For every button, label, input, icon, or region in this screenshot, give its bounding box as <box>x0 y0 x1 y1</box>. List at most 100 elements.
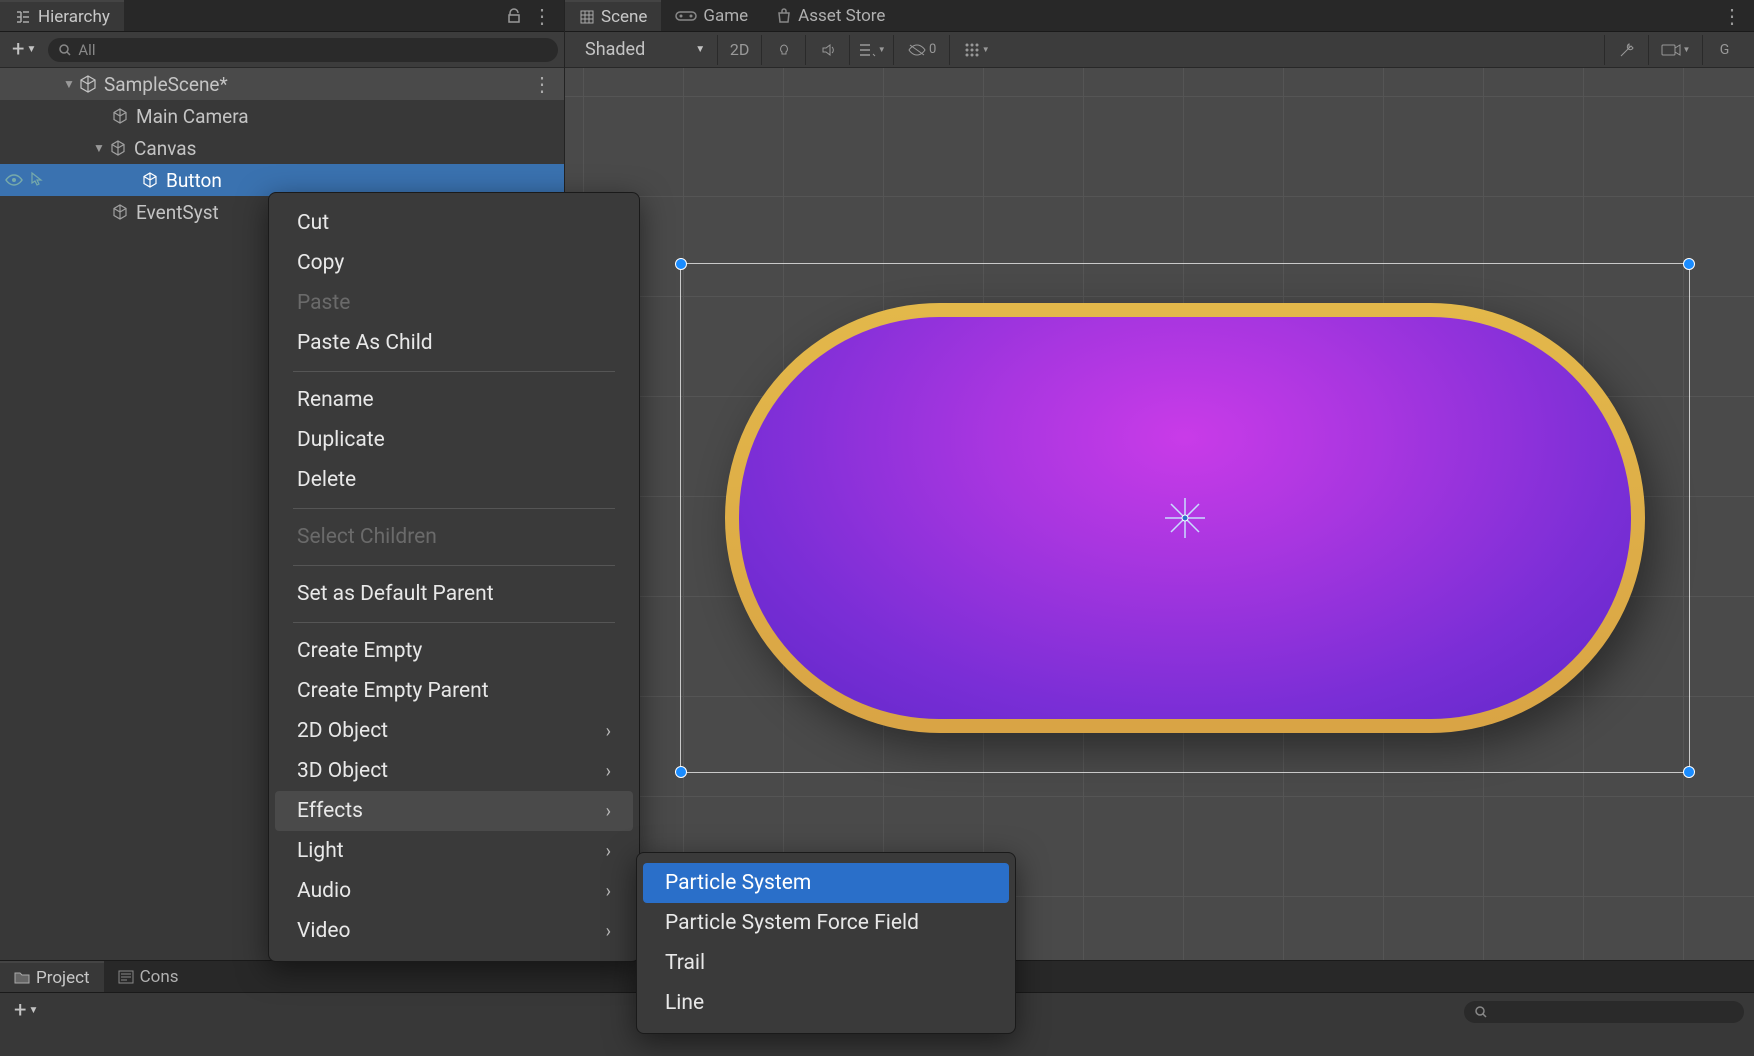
gameobject-icon <box>110 106 130 126</box>
menu-video[interactable]: Video› <box>275 911 633 951</box>
scene-icon <box>579 9 595 25</box>
menu-effects[interactable]: Effects› <box>275 791 633 831</box>
resize-handle-bl[interactable] <box>675 766 687 778</box>
gameobject-icon <box>140 170 160 190</box>
submenu-line[interactable]: Line <box>643 983 1009 1023</box>
hierarchy-search[interactable]: All <box>48 38 558 62</box>
scene-row[interactable]: ▼ SampleScene* ⋮ <box>0 68 564 100</box>
plus-icon: + <box>12 37 24 62</box>
menu-duplicate[interactable]: Duplicate <box>275 420 633 460</box>
scene-tab[interactable]: Scene <box>565 0 661 31</box>
camera-dropdown[interactable]: ▼ <box>1648 35 1702 65</box>
grid-dropdown[interactable]: ▼ <box>949 35 1003 65</box>
submenu-particle-system[interactable]: Particle System <box>643 863 1009 903</box>
scene-view[interactable] <box>565 68 1754 960</box>
hierarchy-icon <box>14 8 32 26</box>
shading-dropdown[interactable]: Shaded ▼ <box>573 39 717 60</box>
scene-menu-icon[interactable]: ⋮ <box>532 72 552 96</box>
gameobject-icon <box>110 202 130 222</box>
effects-submenu: Particle System Particle System Force Fi… <box>636 852 1016 1034</box>
scene-panel: Scene Game Asset Store ⋮ Shaded ▼ 2D <box>565 0 1754 960</box>
plus-icon: + <box>14 998 26 1023</box>
chevron-right-icon: › <box>606 801 611 822</box>
context-menu: Cut Copy Paste Paste As Child Rename Dup… <box>268 192 640 962</box>
tree-item-canvas[interactable]: ▼ Canvas <box>0 132 564 164</box>
game-tab[interactable]: Game <box>661 0 762 31</box>
expand-arrow-icon[interactable]: ▼ <box>90 141 108 155</box>
audio-toggle[interactable] <box>805 35 849 65</box>
game-icon <box>675 9 697 23</box>
chevron-down-icon: ▼ <box>878 45 886 54</box>
chevron-down-icon: ▼ <box>26 44 36 55</box>
asset-store-tab[interactable]: Asset Store <box>762 0 899 31</box>
project-tab[interactable]: Project <box>0 961 104 992</box>
unity-logo-icon <box>78 74 98 94</box>
chevron-right-icon: › <box>606 841 611 862</box>
tree-item-label: EventSyst <box>136 201 219 224</box>
menu-create-empty[interactable]: Create Empty <box>275 631 633 671</box>
expand-arrow-icon[interactable]: ▼ <box>60 77 78 91</box>
scene-toolbar: Shaded ▼ 2D ▼ 0 ▼ ▼ <box>565 32 1754 68</box>
menu-set-default-parent[interactable]: Set as Default Parent <box>275 574 633 614</box>
menu-select-children: Select Children <box>275 517 633 557</box>
project-search[interactable] <box>1464 1001 1744 1023</box>
visibility-icon[interactable] <box>4 170 24 190</box>
hierarchy-tab-bar: Hierarchy ⋮ <box>0 0 564 32</box>
unlock-icon[interactable] <box>506 8 522 24</box>
tree-item-label: Button <box>166 169 222 192</box>
hierarchy-toolbar: + ▼ All <box>0 32 564 68</box>
scene-tab-label: Scene <box>601 7 647 27</box>
menu-copy[interactable]: Copy <box>275 243 633 283</box>
scene-tab-bar: Scene Game Asset Store ⋮ <box>565 0 1754 32</box>
menu-paste-as-child[interactable]: Paste As Child <box>275 323 633 363</box>
create-asset-button[interactable]: + ▼ <box>8 998 44 1023</box>
menu-dots-icon[interactable]: ⋮ <box>1722 4 1742 28</box>
project-tab-label: Project <box>36 968 90 988</box>
game-tab-label: Game <box>703 6 748 26</box>
menu-paste: Paste <box>275 283 633 323</box>
menu-2d-object[interactable]: 2D Object› <box>275 711 633 751</box>
menu-delete[interactable]: Delete <box>275 460 633 500</box>
menu-rename[interactable]: Rename <box>275 380 633 420</box>
tree-item-main-camera[interactable]: Main Camera <box>0 100 564 132</box>
button-selection[interactable] <box>680 263 1690 773</box>
effects-dropdown[interactable]: ▼ <box>849 35 893 65</box>
asset-store-tab-label: Asset Store <box>798 6 885 26</box>
menu-dots-icon[interactable]: ⋮ <box>532 4 552 28</box>
tree-item-label: Canvas <box>134 137 196 160</box>
2d-toggle[interactable]: 2D <box>717 35 761 65</box>
menu-audio[interactable]: Audio› <box>275 871 633 911</box>
gameobject-icon <box>108 138 128 158</box>
submenu-trail[interactable]: Trail <box>643 943 1009 983</box>
shading-label: Shaded <box>585 39 645 60</box>
chevron-right-icon: › <box>606 721 611 742</box>
menu-cut[interactable]: Cut <box>275 203 633 243</box>
gizmos-dropdown[interactable]: G <box>1702 35 1746 65</box>
create-button[interactable]: + ▼ <box>6 37 42 62</box>
menu-create-empty-parent[interactable]: Create Empty Parent <box>275 671 633 711</box>
chevron-down-icon: ▼ <box>695 44 705 55</box>
transform-gizmo[interactable] <box>1165 498 1205 538</box>
resize-handle-tl[interactable] <box>675 258 687 270</box>
resize-handle-br[interactable] <box>1683 766 1695 778</box>
hierarchy-tab[interactable]: Hierarchy <box>0 0 124 31</box>
console-tab-label: Cons <box>140 967 179 987</box>
resize-handle-tr[interactable] <box>1683 258 1695 270</box>
console-tab[interactable]: Cons <box>104 961 193 992</box>
console-icon <box>118 970 134 984</box>
tools-toggle[interactable] <box>1604 35 1648 65</box>
search-icon <box>58 43 72 57</box>
folder-icon <box>14 971 30 985</box>
menu-light[interactable]: Light› <box>275 831 633 871</box>
lighting-toggle[interactable] <box>761 35 805 65</box>
submenu-particle-force-field[interactable]: Particle System Force Field <box>643 903 1009 943</box>
chevron-down-icon: ▼ <box>28 1005 38 1016</box>
menu-3d-object[interactable]: 3D Object› <box>275 751 633 791</box>
chevron-right-icon: › <box>606 761 611 782</box>
visibility-toggle[interactable]: 0 <box>893 35 949 65</box>
scene-name: SampleScene* <box>104 73 228 96</box>
pickable-icon[interactable] <box>26 170 46 190</box>
hierarchy-tab-label: Hierarchy <box>38 7 110 27</box>
chevron-down-icon: ▼ <box>982 45 990 54</box>
chevron-down-icon: ▼ <box>1683 45 1691 54</box>
